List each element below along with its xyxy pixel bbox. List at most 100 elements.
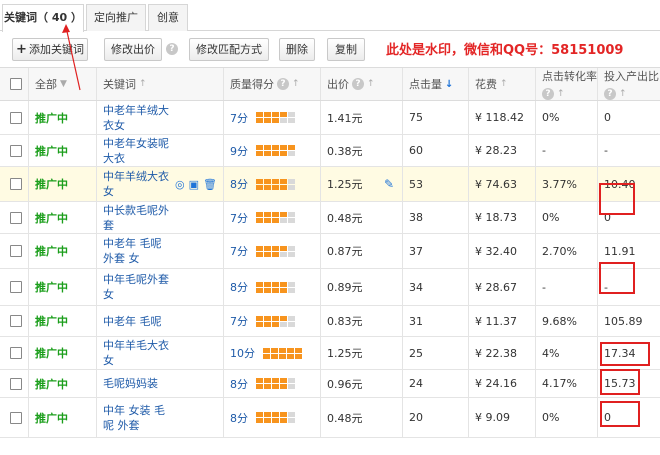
help-icon[interactable]: ? bbox=[352, 78, 364, 90]
tab-keywords[interactable]: 关键词（ 40 ） bbox=[2, 4, 84, 32]
keyword-link[interactable]: 中年羊绒大衣女 bbox=[103, 169, 169, 199]
target-icon[interactable]: ◎ bbox=[175, 178, 185, 191]
cell-clicks: 60 bbox=[402, 135, 468, 166]
bid-value[interactable]: 0.38元 bbox=[327, 143, 363, 159]
bid-value[interactable]: 0.48元 bbox=[327, 410, 363, 426]
keyword-link[interactable]: 中老年女装呢 大衣 bbox=[103, 136, 169, 166]
keyword-link[interactable]: 中年羊毛大衣女 bbox=[103, 338, 169, 368]
quality-score[interactable]: 7分 bbox=[230, 243, 248, 259]
add-keyword-button[interactable]: + 添加关键词 bbox=[12, 38, 88, 61]
header-keyword[interactable]: 关键词 ↑ bbox=[96, 68, 223, 100]
quality-score[interactable]: 8分 bbox=[230, 410, 248, 426]
delete-button[interactable]: 删除 bbox=[279, 38, 315, 61]
help-icon[interactable]: ? bbox=[542, 88, 554, 100]
row-checkbox[interactable] bbox=[10, 347, 22, 359]
bid-value[interactable]: 0.89元 bbox=[327, 279, 363, 295]
bid-value[interactable]: 0.96元 bbox=[327, 376, 363, 392]
bid-value[interactable]: 0.87元 bbox=[327, 243, 363, 259]
help-icon[interactable]: ? bbox=[166, 43, 178, 55]
table-row: 推广中 中老年女装呢 大衣 9分 0.38元 60 ¥ 28.23 - - bbox=[0, 135, 660, 167]
quality-bars bbox=[256, 281, 295, 293]
quality-bar-segment bbox=[256, 378, 263, 383]
tab-creative-label: 创意 bbox=[157, 11, 179, 24]
quality-bars bbox=[263, 347, 302, 359]
cell-select bbox=[0, 337, 28, 369]
row-checkbox[interactable] bbox=[10, 411, 22, 424]
table-row: 推广中 毛呢妈妈装 8分 0.96元 24 ¥ 24.16 4.17% 15.73 bbox=[0, 370, 660, 398]
keyword-link[interactable]: 中老年羊绒大 衣女 bbox=[103, 103, 169, 133]
quality-bar-segment bbox=[280, 384, 287, 389]
quality-bar-segment bbox=[271, 353, 278, 359]
help-icon[interactable]: ? bbox=[604, 88, 616, 100]
cell-cost: ¥ 28.67 bbox=[468, 269, 535, 305]
row-checkbox[interactable] bbox=[10, 281, 22, 293]
quality-score[interactable]: 9分 bbox=[230, 143, 248, 159]
keyword-link[interactable]: 中老年 毛呢 bbox=[103, 314, 162, 329]
row-checkbox[interactable] bbox=[10, 178, 22, 190]
quality-score[interactable]: 7分 bbox=[230, 110, 248, 126]
tab-creative[interactable]: 创意 bbox=[148, 4, 188, 31]
cost-value: ¥ 28.67 bbox=[475, 280, 517, 294]
quality-bar-segment bbox=[264, 412, 271, 417]
keyword-line: 女 bbox=[103, 288, 114, 301]
bid-value[interactable]: 1.25元 bbox=[327, 345, 363, 361]
cost-value: ¥ 18.73 bbox=[475, 211, 517, 224]
header-clicks[interactable]: 点击量 ↓ bbox=[402, 68, 468, 100]
row-checkbox[interactable] bbox=[10, 144, 22, 157]
cvr-value: - bbox=[542, 144, 546, 157]
tab-targeting[interactable]: 定向推广 bbox=[86, 4, 146, 31]
quality-bar-segment bbox=[256, 218, 263, 223]
cell-cost: ¥ 11.37 bbox=[468, 306, 535, 336]
copy-button[interactable]: 复制 bbox=[327, 38, 365, 61]
header-bid[interactable]: 出价 ? ↑ bbox=[320, 68, 402, 100]
report-icon[interactable]: ▣ bbox=[189, 178, 199, 191]
header-all-label: 全部 bbox=[35, 78, 57, 91]
quality-score[interactable]: 8分 bbox=[230, 376, 248, 392]
quality-bar-segment bbox=[272, 315, 279, 321]
delete-icon[interactable]: 🗑 bbox=[203, 178, 217, 191]
select-all-checkbox[interactable] bbox=[10, 78, 22, 90]
roi-highlight-box bbox=[600, 369, 640, 395]
row-checkbox[interactable] bbox=[10, 377, 22, 390]
bid-value[interactable]: 1.41元 bbox=[327, 110, 363, 126]
header-quality[interactable]: 质量得分 ? ↑ bbox=[223, 68, 320, 100]
table-row: 推广中 中老年羊绒大 衣女 7分 1.41元 75 ¥ 118.42 0% 0 bbox=[0, 101, 660, 135]
keyword-link[interactable]: 中长款毛呢外套 bbox=[103, 203, 169, 233]
bid-value[interactable]: 0.83元 bbox=[327, 313, 363, 329]
header-roi[interactable]: 投入产出比 ? ↑ bbox=[597, 68, 660, 100]
table-row: 推广中 中年毛呢外套女 8分 0.89元 34 ¥ 28.67- - bbox=[0, 269, 660, 306]
quality-score[interactable]: 8分 bbox=[230, 176, 248, 192]
cost-value: ¥ 118.42 bbox=[475, 111, 524, 124]
bid-value[interactable]: 0.48元 bbox=[327, 210, 363, 226]
quality-bar-segment bbox=[287, 353, 294, 359]
keyword-link[interactable]: 中年毛呢外套女 bbox=[103, 272, 169, 302]
row-checkbox[interactable] bbox=[10, 315, 22, 327]
quality-score[interactable]: 8分 bbox=[230, 279, 248, 295]
quality-bar-segment bbox=[288, 145, 295, 150]
row-checkbox[interactable] bbox=[10, 111, 22, 124]
quality-bar-segment bbox=[288, 321, 295, 327]
sort-icon: ↑ bbox=[139, 79, 147, 89]
header-cost[interactable]: 花费 ↑ bbox=[468, 68, 535, 100]
help-icon[interactable]: ? bbox=[277, 78, 289, 90]
cell-cvr: 2.70% bbox=[535, 234, 597, 268]
quality-bar-segment bbox=[295, 347, 302, 353]
header-status[interactable]: 全部 ▼ bbox=[28, 68, 96, 100]
edit-bid-button[interactable]: 修改出价 bbox=[104, 38, 162, 61]
keyword-link[interactable]: 毛呢妈妈装 bbox=[103, 376, 158, 391]
quality-bar-segment bbox=[256, 178, 263, 184]
header-cvr[interactable]: 点击转化率 ? ↑ bbox=[535, 68, 597, 100]
row-checkbox[interactable] bbox=[10, 211, 22, 224]
cell-clicks: 24 bbox=[402, 370, 468, 397]
keyword-line: 外套 女 bbox=[103, 252, 140, 265]
keyword-link[interactable]: 中年 女装 毛呢 外套 bbox=[103, 403, 165, 433]
edit-pencil-icon[interactable]: ✎ bbox=[384, 177, 394, 191]
edit-match-type-button[interactable]: 修改匹配方式 bbox=[189, 38, 269, 61]
row-checkbox[interactable] bbox=[10, 245, 22, 257]
cell-cvr: 4.17% bbox=[535, 370, 597, 397]
keyword-link[interactable]: 中老年 毛呢 外套 女 bbox=[103, 236, 162, 266]
quality-score[interactable]: 7分 bbox=[230, 210, 248, 226]
quality-score[interactable]: 10分 bbox=[230, 345, 255, 361]
bid-value[interactable]: 1.25元 bbox=[327, 176, 363, 192]
quality-score[interactable]: 7分 bbox=[230, 313, 248, 329]
